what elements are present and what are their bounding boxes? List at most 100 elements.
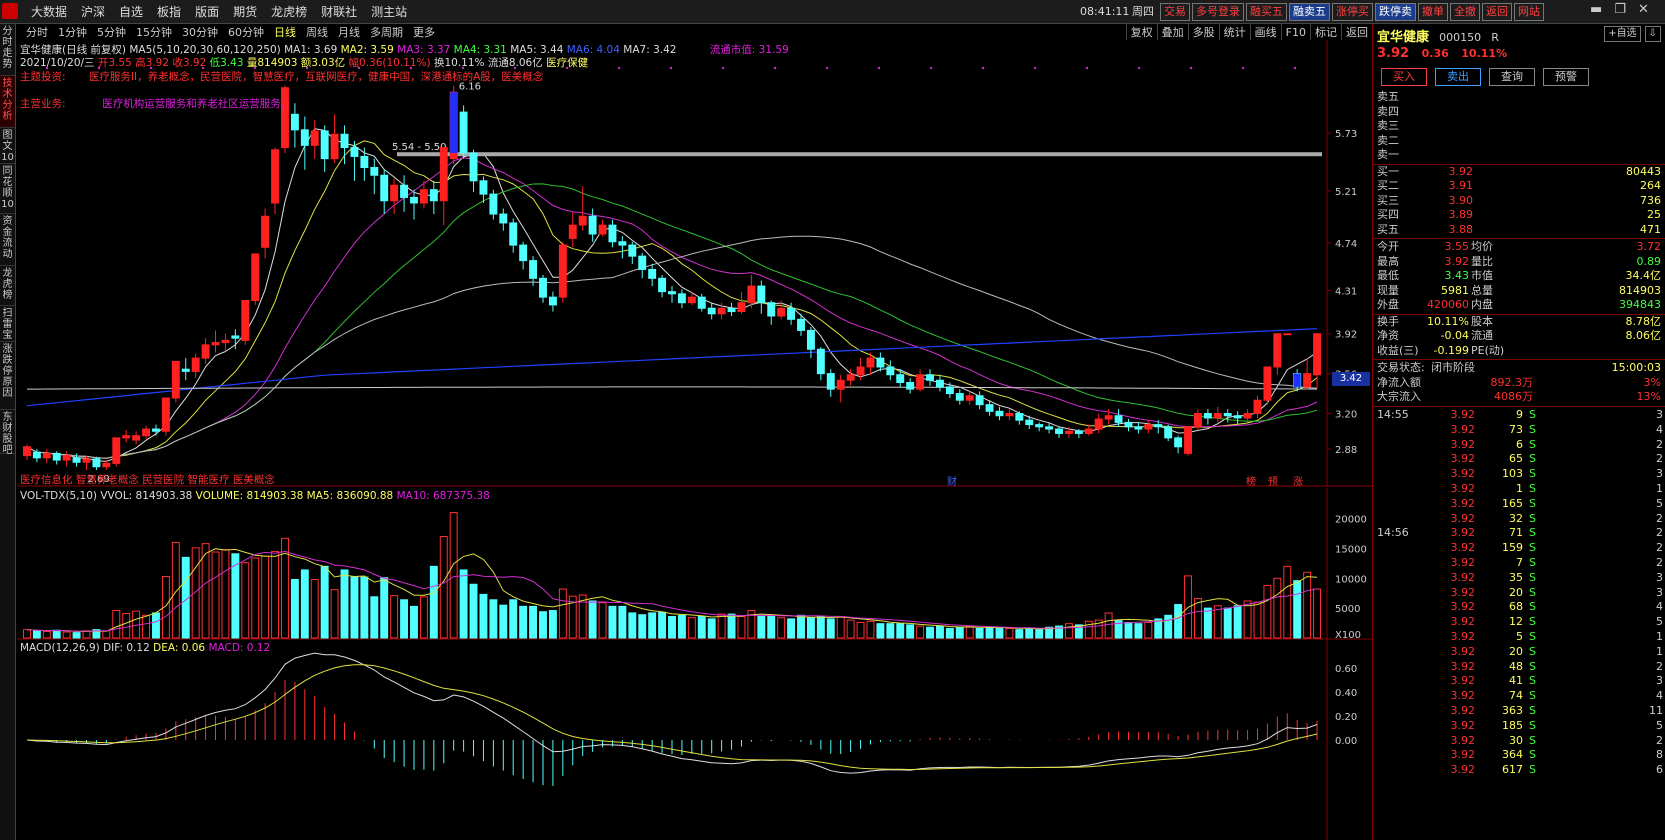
stat-row: 换手 10.11% 股本 8.78亿 — [1373, 315, 1665, 330]
tick-price: 3.92 — [1450, 644, 1476, 658]
bid-row: 买一 3.92 80443 — [1373, 165, 1665, 180]
bid-price: 3.88 — [1448, 222, 1474, 236]
macd-chart[interactable]: 0.60 0.40 0.20 0.00 — [17, 640, 1372, 840]
stat-value: 5981 — [1441, 283, 1469, 297]
menu-item-7[interactable]: 财联社 — [314, 0, 364, 24]
left-tab-6[interactable]: 扫雷宝 — [0, 306, 15, 342]
tick-price: 3.92 — [1450, 570, 1476, 584]
menu-item-0[interactable]: 大数据 — [24, 0, 74, 24]
top-button-1[interactable]: 多号登录 — [1192, 3, 1244, 21]
left-tab-0[interactable]: 分时走势 — [0, 24, 15, 76]
volume-bar — [350, 576, 359, 639]
top-menu-bar: 大数据 沪深 自选 板指 版面 期货 龙虎榜 财联社 测主站 08:41:11 周四 交易 多号登… — [0, 0, 1665, 24]
volume-bar — [340, 569, 349, 639]
volume-bar — [380, 577, 389, 639]
volume-bar — [519, 605, 528, 639]
volume-bar — [638, 614, 647, 639]
tick-count: 6 — [1656, 763, 1663, 777]
tick-count: 4 — [1656, 422, 1663, 436]
menu-item-4[interactable]: 版面 — [188, 0, 226, 24]
close-icon[interactable]: ✕ — [1638, 2, 1649, 17]
top-button-2[interactable]: 融买五 — [1246, 3, 1287, 21]
tick-volume: 159 — [1502, 541, 1523, 555]
signal-dot — [1293, 66, 1297, 70]
macd-bg — [17, 640, 1372, 840]
menu-item-8[interactable]: 测主站 — [364, 0, 414, 24]
stat-row: 收益(三) -0.199 PE(动) — [1373, 344, 1665, 359]
left-tab-2[interactable]: 图文10 — [0, 128, 15, 164]
volume-bar — [608, 605, 617, 639]
top-button-3[interactable]: 融卖五 — [1289, 3, 1330, 21]
tick-price: 3.92 — [1450, 763, 1476, 777]
candle — [1263, 366, 1272, 405]
tick-count: 1 — [1656, 644, 1663, 658]
sell-button[interactable]: 卖出 — [1435, 68, 1481, 86]
tick-count: 2 — [1656, 541, 1663, 555]
left-tab-5[interactable]: 龙虎榜 — [0, 266, 15, 306]
bid-volume: 80443 — [1626, 164, 1661, 178]
tick-side: S — [1529, 541, 1536, 555]
tick-side: S — [1529, 674, 1536, 688]
minimize-icon[interactable]: ▬ — [1590, 2, 1602, 17]
status-time: 15:00:03 — [1611, 361, 1661, 374]
net-inflow-label: 净流入额 — [1377, 375, 1421, 389]
stat-value: 3.72 — [1636, 240, 1662, 253]
left-tab-3[interactable]: 同花顺10 — [0, 164, 15, 214]
bid-row: 买三 3.90 736 — [1373, 194, 1665, 209]
tick-count: 2 — [1656, 556, 1663, 569]
top-button-5[interactable]: 跌停卖 — [1375, 3, 1416, 21]
top-button-7[interactable]: 全撤 — [1450, 3, 1480, 21]
menu-item-1[interactable]: 沪深 — [74, 0, 112, 24]
app-logo-icon — [2, 3, 18, 19]
tick-price: 3.92 — [1450, 600, 1476, 614]
window-controls: ▬ ❐ ✕ — [1590, 2, 1649, 17]
volume-bar — [1035, 629, 1044, 639]
tick-count: 11 — [1649, 704, 1663, 717]
menu-item-3[interactable]: 板指 — [150, 0, 188, 24]
tick-volume: 48 — [1509, 659, 1523, 673]
volume-bar — [509, 599, 518, 639]
candle — [171, 360, 180, 403]
query-button[interactable]: 查询 — [1489, 68, 1535, 86]
alert-button[interactable]: 预警 — [1543, 68, 1589, 86]
tick-volume: 32 — [1509, 511, 1523, 525]
top-button-8[interactable]: 返回 — [1482, 3, 1512, 21]
info-date: 2021/10/20/三 — [20, 57, 95, 69]
left-tab-7[interactable]: 涨跌停原因 — [0, 342, 15, 410]
top-button-4[interactable]: 涨停买 — [1332, 3, 1373, 21]
volume-bar — [320, 565, 329, 639]
tick-price: 3.92 — [1450, 585, 1476, 599]
stat-value: 8.78亿 — [1625, 314, 1662, 328]
tick-price: 3.92 — [1450, 718, 1476, 732]
left-tab-8[interactable]: 东财股吧 — [0, 410, 15, 456]
stat-label: 量比 — [1471, 254, 1493, 268]
tick-row: 3.92 65 S 2 — [1373, 452, 1665, 467]
tick-row: 14:55 3.92 9 S 3 — [1373, 408, 1665, 423]
add-watchlist-button[interactable]: +自选 — [1604, 26, 1641, 42]
tick-price: 3.92 — [1450, 496, 1476, 510]
bottom-tags: 医疗信息化 智慧养老概念 民营医院 智能医疗 医美概念 — [20, 474, 275, 486]
top-button-9[interactable]: 网站 — [1514, 3, 1544, 21]
header-buttons: +自选 ⇩ — [1604, 26, 1661, 42]
left-tab-4[interactable]: 资金流动 — [0, 214, 15, 266]
menu-item-6[interactable]: 龙虎榜 — [264, 0, 314, 24]
ask-label: 卖二 — [1377, 133, 1399, 147]
buy-button[interactable]: 买入 — [1381, 68, 1427, 86]
volume-bar — [489, 599, 498, 639]
top-button-6[interactable]: 撤单 — [1418, 3, 1448, 21]
volume-bar — [826, 618, 835, 639]
tick-row: 3.92 159 S 2 — [1373, 541, 1665, 556]
candle — [558, 241, 567, 303]
collapse-button[interactable]: ⇩ — [1644, 26, 1661, 42]
volume-bar — [995, 627, 1004, 639]
menu-item-2[interactable]: 自选 — [112, 0, 150, 24]
menu-item-5[interactable]: 期货 — [226, 0, 264, 24]
weekday: 周四 — [1132, 5, 1154, 18]
volume-chart[interactable]: 20000 15000 10000 5000 X100 — [17, 488, 1372, 640]
vol-tick-label: 10000 — [1335, 574, 1367, 585]
restore-icon[interactable]: ❐ — [1614, 2, 1626, 17]
tick-count: 8 — [1656, 748, 1663, 762]
tick-volume: 73 — [1509, 422, 1523, 436]
left-tab-1[interactable]: 技术分析 — [0, 76, 15, 128]
top-button-0[interactable]: 交易 — [1160, 3, 1190, 21]
